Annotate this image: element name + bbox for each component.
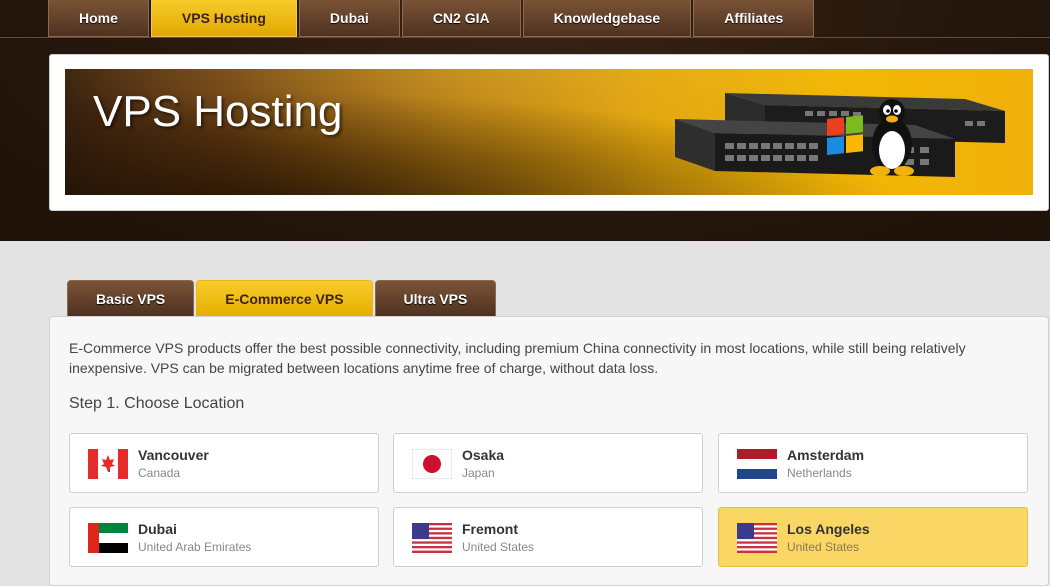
tab-ecommerce-vps[interactable]: E-Commerce VPS bbox=[196, 280, 373, 316]
header-band: Home VPS Hosting Dubai CN2 GIA Knowledge… bbox=[0, 0, 1050, 241]
main-nav: Home VPS Hosting Dubai CN2 GIA Knowledge… bbox=[48, 0, 816, 38]
usa-flag-icon bbox=[412, 523, 452, 553]
location-country: United Arab Emirates bbox=[138, 540, 252, 554]
product-panel: E-Commerce VPS products offer the best p… bbox=[49, 316, 1049, 586]
location-city: Vancouver bbox=[138, 447, 209, 463]
tab-basic-vps[interactable]: Basic VPS bbox=[67, 280, 195, 316]
location-city: Amsterdam bbox=[787, 447, 865, 463]
nav-home[interactable]: Home bbox=[48, 0, 149, 37]
location-fremont[interactable]: Fremont United States bbox=[393, 507, 703, 567]
canada-flag-icon bbox=[88, 449, 128, 479]
nav-vps-hosting[interactable]: VPS Hosting bbox=[150, 0, 297, 37]
location-country: Netherlands bbox=[787, 466, 852, 480]
location-country: Canada bbox=[138, 466, 181, 480]
location-country: United States bbox=[462, 540, 535, 554]
usa-flag-icon bbox=[737, 523, 777, 553]
location-dubai[interactable]: Dubai United Arab Emirates bbox=[69, 507, 379, 567]
nav-cn2-gia[interactable]: CN2 GIA bbox=[401, 0, 521, 37]
location-city: Dubai bbox=[138, 521, 177, 537]
location-vancouver[interactable]: Vancouver Canada bbox=[69, 433, 379, 493]
location-los-angeles[interactable]: Los Angeles United States bbox=[718, 507, 1028, 567]
step-title: Step 1. Choose Location bbox=[69, 395, 245, 412]
product-tabs: Basic VPS E-Commerce VPS Ultra VPS bbox=[67, 280, 498, 316]
location-city: Los Angeles bbox=[787, 521, 870, 537]
location-country: United States bbox=[787, 540, 860, 554]
nav-knowledgebase[interactable]: Knowledgebase bbox=[522, 0, 692, 37]
japan-flag-icon bbox=[412, 449, 452, 479]
netherlands-flag-icon bbox=[737, 449, 777, 479]
nav-affiliates[interactable]: Affiliates bbox=[693, 0, 815, 37]
nav-dubai[interactable]: Dubai bbox=[298, 0, 400, 37]
hero-banner: VPS Hosting bbox=[65, 69, 1033, 195]
banner-frame: VPS Hosting bbox=[49, 54, 1049, 211]
location-amsterdam[interactable]: Amsterdam Netherlands bbox=[718, 433, 1028, 493]
location-country: Japan bbox=[462, 466, 495, 480]
location-city: Fremont bbox=[462, 521, 518, 537]
uae-flag-icon bbox=[88, 523, 128, 553]
nav-divider bbox=[0, 37, 1050, 38]
location-city: Osaka bbox=[462, 447, 505, 463]
server-rack-illustration bbox=[675, 93, 1005, 177]
banner-title: VPS Hosting bbox=[93, 87, 343, 136]
location-osaka[interactable]: Osaka Japan bbox=[393, 433, 703, 493]
tab-ultra-vps[interactable]: Ultra VPS bbox=[374, 280, 497, 316]
product-description: E-Commerce VPS products offer the best p… bbox=[69, 340, 966, 376]
